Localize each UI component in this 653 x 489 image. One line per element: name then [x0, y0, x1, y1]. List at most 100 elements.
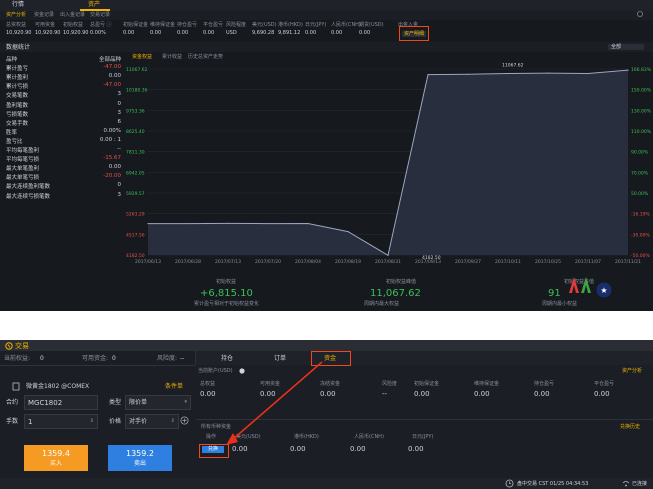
subtab-fund-records[interactable]: 资金记录 [34, 12, 54, 18]
available-label: 可用资金: [82, 355, 109, 362]
subtab-analysis[interactable]: 资产分析 [6, 12, 26, 18]
y-tick-left: 6942.05 [126, 170, 145, 176]
buy-button[interactable]: 1359.4 买入 [24, 445, 88, 471]
brand-logo [568, 276, 580, 294]
stat-value: 0.00 [108, 73, 121, 80]
y-tick-left: 9753.36 [126, 108, 145, 114]
x-tick: 2017/10/25 [535, 259, 561, 265]
account-value: 0.00 [200, 390, 216, 398]
sell-price: 1359.2 [126, 449, 154, 458]
stat-row: 亏损笔数 3 [6, 110, 121, 119]
x-tick: 2017/07/13 [215, 259, 241, 265]
metric-sub: 累计盈亏相对于初始权益变化 [194, 301, 260, 307]
stat-value: 0.00% [103, 127, 121, 134]
x-tick: 2017/09/27 [455, 259, 481, 265]
stat-value: 0 [117, 100, 122, 107]
chart-tabs: 资金权益 累计收益 历史总资产走势 [130, 53, 250, 62]
stat-row: 交易手数 6 [6, 119, 121, 128]
stat-label: 最大单笔盈利 [6, 166, 40, 173]
account-value: 0.00 [594, 390, 610, 398]
risk-value: -- [180, 355, 185, 362]
y-tick-left: 8625.40 [126, 129, 145, 135]
exchange-history-link[interactable]: 兑换历史 [620, 424, 640, 430]
stat-row: 最大连续亏损笔数 3 [6, 192, 121, 201]
tab-cumulative[interactable]: 累计收益 [162, 54, 182, 60]
data-point [267, 222, 269, 225]
summary-header: 港币(HKD) [278, 22, 303, 28]
price-stepper-icon[interactable]: ⇕ [171, 418, 175, 424]
stat-row: 平均每笔亏损 -15.67 [6, 155, 121, 164]
stat-row: 交易笔数 3 [6, 91, 121, 100]
tab-equity[interactable]: 资金权益 [132, 54, 152, 60]
subtab-bar: 资产分析 资金记录 出入金记录 交易记录 [0, 11, 653, 20]
period-select[interactable]: 全部 [608, 44, 644, 50]
data-point [187, 222, 189, 225]
qty-label: 手数 [6, 418, 19, 425]
stat-label: 最大连续盈利笔数 [6, 184, 51, 191]
account-value: 0.00 [414, 390, 430, 398]
tab-history-assets[interactable]: 历史总资产走势 [188, 54, 223, 60]
stat-label: 胜率 [6, 129, 18, 136]
stat-label: 交易笔数 [6, 93, 29, 100]
refresh-icon[interactable] [636, 10, 644, 18]
stat-label: 最大连续亏损笔数 [6, 193, 51, 200]
data-point [347, 230, 349, 233]
contract-input[interactable]: MGC1802 [24, 395, 98, 410]
summary-header: 总盈亏 ⓘ [90, 22, 112, 28]
stat-value: 3 [117, 191, 122, 198]
clock-icon [505, 479, 514, 488]
tab-quotes[interactable]: 行情 [12, 2, 24, 8]
y-tick-right: 150.00% [631, 88, 652, 94]
stat-label: 累计亏损 [6, 84, 29, 91]
stat-label: 盈亏比 [6, 138, 23, 145]
order-type-select[interactable]: 限价单 ▾ [125, 395, 191, 410]
price-input[interactable]: 对手价 ⇕ [125, 414, 179, 429]
y-tick-left: 4517.56 [126, 232, 145, 238]
summary-header: 初始权益 [63, 22, 84, 28]
asset-analysis-panel: 行情 资产 资产分析 资金记录 出入金记录 交易记录 总资权益 可用资金 初始权益总… [0, 0, 653, 311]
y-tick-right: 90.00% [631, 150, 649, 156]
stat-row: 盈亏比 0.00 : 1 [6, 137, 121, 146]
currency-value: 0.00 [350, 445, 366, 453]
annotation-arrow [226, 361, 323, 445]
y-tick-right: -16.19% [631, 212, 651, 218]
subtab-deposit-records[interactable]: 出入金记录 [60, 12, 85, 18]
type-label: 类型 [109, 399, 122, 406]
order-type-value: 限价单 [129, 399, 148, 406]
currency-value: 0.00 [408, 445, 424, 453]
plus-circle-icon[interactable] [180, 416, 189, 425]
stat-row: 累计亏损 -47.00 [6, 82, 121, 91]
sell-button[interactable]: 1359.2 卖出 [108, 445, 172, 471]
stat-value: -- [117, 146, 121, 152]
y-tick-left: 10180.36 [126, 88, 148, 94]
chart-annotation: 11067.62 [502, 63, 524, 68]
condition-order-button[interactable]: 条件单 [165, 383, 183, 390]
y-tick-left: 4182.50 [126, 253, 145, 259]
y-tick-left: 5263.29 [126, 212, 145, 218]
y-tick-right: 166.83% [631, 67, 652, 73]
account-value: -- [382, 390, 388, 398]
metric-value: 91 [548, 288, 561, 299]
sell-label: 卖出 [133, 460, 146, 467]
stat-value: 6 [117, 118, 122, 125]
summary-value: 9,690.28 [252, 30, 275, 36]
stat-value: -20.00 [103, 173, 121, 180]
account-value: 0.00 [534, 390, 550, 398]
summary-strip: 总资权益 可用资金 初始权益 总盈亏 ⓘ 初始保证金 维持保证金 持仓盈亏 平仓盈亏 风险程度美… [0, 20, 653, 42]
x-tick: 2017/06/28 [175, 259, 201, 265]
currency-header: 日元(JPY) [412, 434, 434, 440]
stat-row: 最大单笔盈利 0.00 [6, 164, 121, 173]
stepper-arrows-icon[interactable]: ⇕ [90, 418, 94, 424]
asset-detail-button[interactable]: 资产明细 [402, 31, 426, 37]
x-tick: 2017/11/21 [615, 259, 641, 265]
qty-stepper[interactable]: 1 ⇕ [24, 414, 98, 429]
svg-text:★: ★ [600, 286, 607, 295]
tab-assets[interactable]: 资产 [88, 2, 100, 8]
account-value: 0.00 [474, 390, 490, 398]
stat-value: 0.00 : 1 [99, 136, 121, 143]
rights-label: 当前权益: [4, 355, 31, 362]
summary-value: 0.00 [331, 30, 343, 36]
account-analysis-link[interactable]: 资产分析 [622, 368, 642, 374]
brand-logo-mark [580, 276, 592, 294]
subtab-trade-records[interactable]: 交易记录 [90, 12, 110, 18]
